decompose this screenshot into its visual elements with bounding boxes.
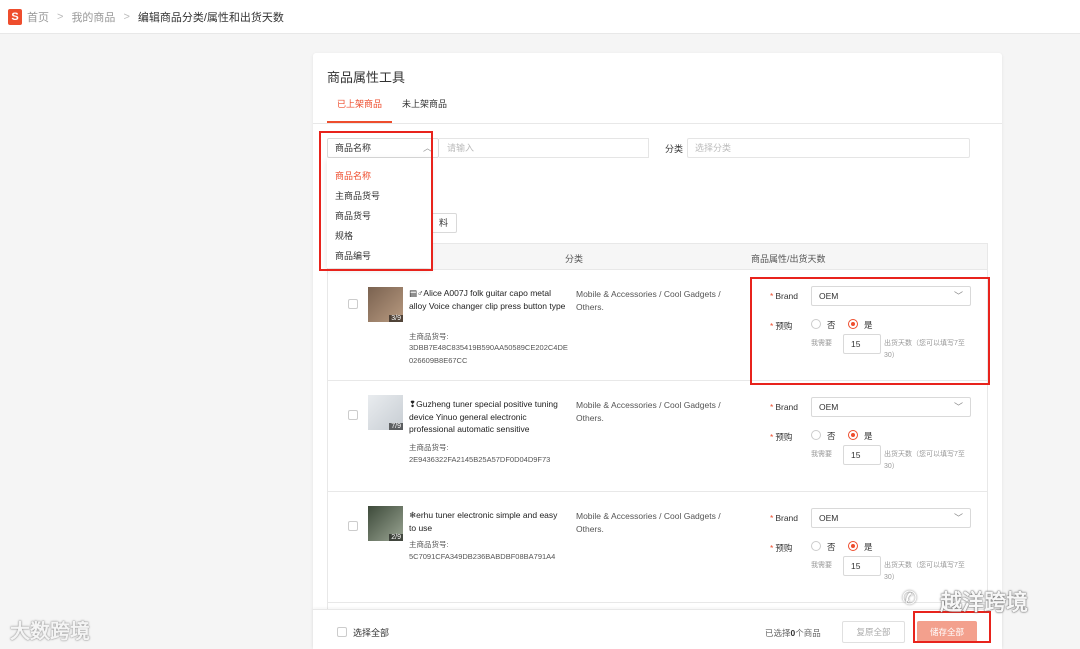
preorder-label: * 预购 (770, 432, 793, 442)
table-row: 2/9 ❄erhu tuner electronic simple and ea… (328, 492, 987, 603)
brand-value: OEM (819, 402, 839, 412)
search-field-dropdown: 商品名称 主商品货号 商品货号 规格 商品编号 (327, 158, 431, 268)
preorder-yes-label: 是 (864, 542, 873, 552)
product-thumbnail[interactable]: 3/9 (368, 287, 403, 322)
category-select[interactable]: 选择分类 (687, 138, 970, 158)
need-label: 我需要 (811, 562, 832, 569)
preorder-no-label: 否 (827, 320, 836, 330)
days-hint: 出货天数（您可以填写7至30） (884, 451, 965, 470)
tab-unlisted[interactable]: 未上架商品 (392, 97, 457, 123)
preorder-no-radio[interactable] (811, 430, 821, 440)
preorder-label: * 预购 (770, 543, 793, 553)
product-category: Mobile & Accessories / Cool Gadgets / Ot… (576, 400, 721, 423)
product-table: 分类 商品属性/出货天数 3/9 ▤♂Alice A007J folk guit… (327, 243, 988, 649)
brand-select[interactable]: OEM ﹀ (811, 286, 971, 306)
preorder-yes-label: 是 (864, 431, 873, 441)
selected-count: 已选择0个商品 (765, 628, 821, 638)
search-field-value: 商品名称 (335, 143, 372, 153)
image-count-badge: 3/9 (389, 315, 403, 322)
preorder-yes-radio[interactable] (848, 430, 858, 440)
brand-label: * Brand (770, 402, 798, 412)
column-header-category: 分类 (565, 254, 584, 264)
chevron-down-icon: ﹀ (953, 402, 963, 412)
breadcrumb-my-products[interactable]: 我的商品 (71, 9, 115, 25)
sku-value: 3DBB7E48C835419B590AA50589CE202C4DE02660… (409, 343, 568, 365)
preorder-no-radio[interactable] (811, 541, 821, 551)
need-label: 我需要 (811, 340, 832, 347)
row-checkbox[interactable] (348, 521, 358, 531)
preorder-label: * 预购 (770, 321, 793, 331)
bottom-action-bar: 选择全部 已选择0个商品 复原全部 储存全部 (313, 609, 1002, 649)
category-label: 分类 (665, 144, 684, 154)
preorder-no-label: 否 (827, 542, 836, 552)
product-thumbnail[interactable]: 7/9 (368, 395, 403, 430)
breadcrumb-current: 编辑商品分类/属性和出货天数 (137, 11, 284, 24)
select-all-checkbox[interactable] (337, 627, 347, 637)
brand-value: OEM (819, 291, 839, 301)
search-input[interactable]: 请输入 (439, 138, 649, 158)
need-label: 我需要 (811, 451, 832, 458)
table-row: 7/9 ❢Guzheng tuner special positive tuni… (328, 381, 987, 492)
shipping-days-input[interactable]: 15 (843, 334, 881, 354)
brand-select[interactable]: OEM ﹀ (811, 508, 971, 528)
wechat-icon: ✆ (902, 588, 918, 608)
image-count-badge: 7/9 (389, 423, 403, 430)
save-all-button[interactable]: 储存全部 (917, 621, 977, 643)
breadcrumb-separator-icon: > (57, 10, 64, 23)
image-count-badge: 2/9 (389, 534, 403, 541)
preorder-yes-radio[interactable] (848, 319, 858, 329)
dropdown-option-product-id[interactable]: 商品编号 (327, 246, 431, 266)
dropdown-option-sku[interactable]: 商品货号 (327, 206, 431, 226)
days-hint: 出货天数（您可以填写7至30） (884, 562, 965, 581)
product-category: Mobile & Accessories / Cool Gadgets / Ot… (576, 289, 721, 312)
product-name: ❄erhu tuner electronic simple and easy t… (409, 510, 558, 533)
breadcrumb-home[interactable]: 首页 (27, 9, 49, 25)
breadcrumb-separator-icon: > (123, 10, 130, 23)
table-row: 3/9 ▤♂Alice A007J folk guitar capo metal… (328, 270, 987, 381)
page-title: 商品属性工具 (327, 70, 406, 85)
divider (313, 123, 1002, 124)
attribute-tool-card: 商品属性工具 已上架商品 未上架商品 商品名称 ︿ 请输入 分类 选择分类 料 … (313, 53, 1002, 649)
product-name: ❢Guzheng tuner special positive tuning d… (409, 399, 558, 434)
watermark-left: 大数跨境 (10, 621, 90, 643)
brand-select[interactable]: OEM ﹀ (811, 397, 971, 417)
row-checkbox[interactable] (348, 410, 358, 420)
reset-all-button[interactable]: 复原全部 (842, 621, 905, 643)
dropdown-option-product-name[interactable]: 商品名称 (327, 166, 431, 186)
sku-value: 5C7091CFA349DB236BABDBF08BA791A4 (409, 552, 556, 561)
preorder-no-radio[interactable] (811, 319, 821, 329)
tab-bar: 已上架商品 未上架商品 (327, 97, 457, 123)
chevron-down-icon: ﹀ (953, 291, 963, 301)
chevron-down-icon: ﹀ (953, 513, 963, 523)
preorder-yes-radio[interactable] (848, 541, 858, 551)
sku-label: 主商品货号: (409, 443, 449, 452)
sku-label: 主商品货号: (409, 332, 449, 341)
brand-label: * Brand (770, 513, 798, 523)
dropdown-option-variation[interactable]: 规格 (327, 226, 431, 246)
preorder-yes-label: 是 (864, 320, 873, 330)
shipping-days-input[interactable]: 15 (843, 445, 881, 465)
top-bar: S 首页 > 我的商品 > 编辑商品分类/属性和出货天数 (0, 0, 1080, 34)
product-category: Mobile & Accessories / Cool Gadgets / Ot… (576, 511, 721, 534)
sku-label: 主商品货号: (409, 540, 449, 549)
brand-label: * Brand (770, 291, 798, 301)
search-field-select[interactable]: 商品名称 ︿ (327, 138, 439, 158)
row-checkbox[interactable] (348, 299, 358, 309)
select-all-label[interactable]: 选择全部 (353, 626, 389, 639)
column-header-attributes: 商品属性/出货天数 (751, 254, 826, 264)
product-name: ▤♂Alice A007J folk guitar capo metal all… (409, 288, 566, 311)
brand-value: OEM (819, 513, 839, 523)
shopee-logo-icon[interactable]: S (8, 8, 22, 25)
days-hint: 出货天数（您可以填写7至30） (884, 340, 965, 359)
chevron-up-icon: ︿ (422, 143, 432, 153)
tab-listed[interactable]: 已上架商品 (327, 97, 393, 123)
sku-value: 2E9436322FA2145B25A57DF0D04D9F73 (409, 455, 551, 464)
dropdown-option-parent-sku[interactable]: 主商品货号 (327, 186, 431, 206)
preorder-no-label: 否 (827, 431, 836, 441)
product-thumbnail[interactable]: 2/9 (368, 506, 403, 541)
watermark-right: 越洋跨境 (940, 590, 1029, 615)
shipping-days-input[interactable]: 15 (843, 556, 881, 576)
